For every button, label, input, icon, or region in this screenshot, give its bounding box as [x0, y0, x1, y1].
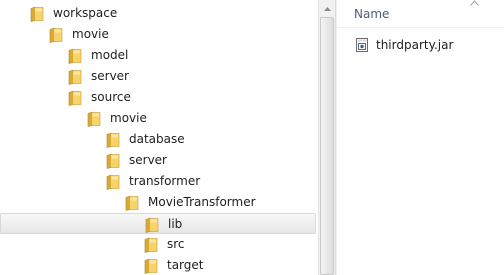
- tree-item-label: src: [167, 237, 185, 251]
- folder-icon: [106, 132, 120, 148]
- scroll-up-arrow-icon[interactable]: [319, 0, 335, 17]
- file-list-pane: Name thirdparty.jar: [337, 0, 504, 275]
- sort-ascending-icon: [470, 0, 479, 6]
- tree-item-source[interactable]: source: [0, 87, 316, 108]
- tree-item-label: database: [129, 132, 185, 146]
- tree-item-label: lib: [168, 217, 183, 231]
- tree-item-label: workspace: [53, 6, 118, 20]
- tree-item-label: MovieTransformer: [148, 195, 256, 209]
- folder-tree-pane: workspace movie model server source movie data…: [0, 0, 318, 275]
- file-name: thirdparty.jar: [376, 37, 454, 52]
- tree-item-label: target: [167, 258, 204, 272]
- folder-icon: [68, 69, 82, 85]
- tree-item-label: movie: [110, 111, 147, 125]
- tree-item-transformer[interactable]: transformer: [0, 171, 316, 192]
- tree-item-label: server: [129, 153, 167, 167]
- tree-item-movie[interactable]: movie: [0, 24, 316, 45]
- scrollbar-thumb[interactable]: [320, 17, 334, 275]
- tree-item-server[interactable]: server: [0, 66, 316, 87]
- folder-icon: [144, 237, 158, 253]
- folder-icon: [68, 48, 82, 64]
- tree-item-model[interactable]: model: [0, 45, 316, 66]
- folder-icon: [49, 27, 63, 43]
- tree-item-target[interactable]: target: [0, 255, 316, 275]
- column-header-label: Name: [354, 7, 390, 21]
- tree-item-movie[interactable]: movie: [0, 108, 316, 129]
- folder-icon: [125, 195, 139, 211]
- folder-icon: [106, 153, 120, 169]
- tree-item-server[interactable]: server: [0, 150, 316, 171]
- tree-item-label: source: [91, 90, 131, 104]
- folder-icon: [145, 217, 159, 233]
- file-item[interactable]: thirdparty.jar: [354, 36, 453, 54]
- folder-icon: [68, 90, 82, 106]
- tree-item-label: movie: [72, 27, 109, 41]
- tree-vertical-scrollbar[interactable]: [318, 0, 335, 275]
- tree-item-label: model: [91, 48, 129, 62]
- folder-icon: [144, 258, 158, 274]
- folder-icon: [106, 174, 120, 190]
- tree-item-database[interactable]: database: [0, 129, 316, 150]
- folder-icon: [30, 6, 44, 22]
- jar-file-icon: [354, 37, 370, 53]
- column-header-name[interactable]: Name: [337, 0, 504, 28]
- tree-item-lib[interactable]: lib: [0, 213, 316, 234]
- tree-item-movietransformer[interactable]: MovieTransformer: [0, 192, 316, 213]
- folder-icon: [87, 111, 101, 127]
- tree-item-src[interactable]: src: [0, 234, 316, 255]
- tree-item-label: transformer: [129, 174, 201, 188]
- tree-item-workspace[interactable]: workspace: [0, 3, 316, 24]
- header-divider: [337, 27, 504, 28]
- tree-item-label: server: [91, 69, 129, 83]
